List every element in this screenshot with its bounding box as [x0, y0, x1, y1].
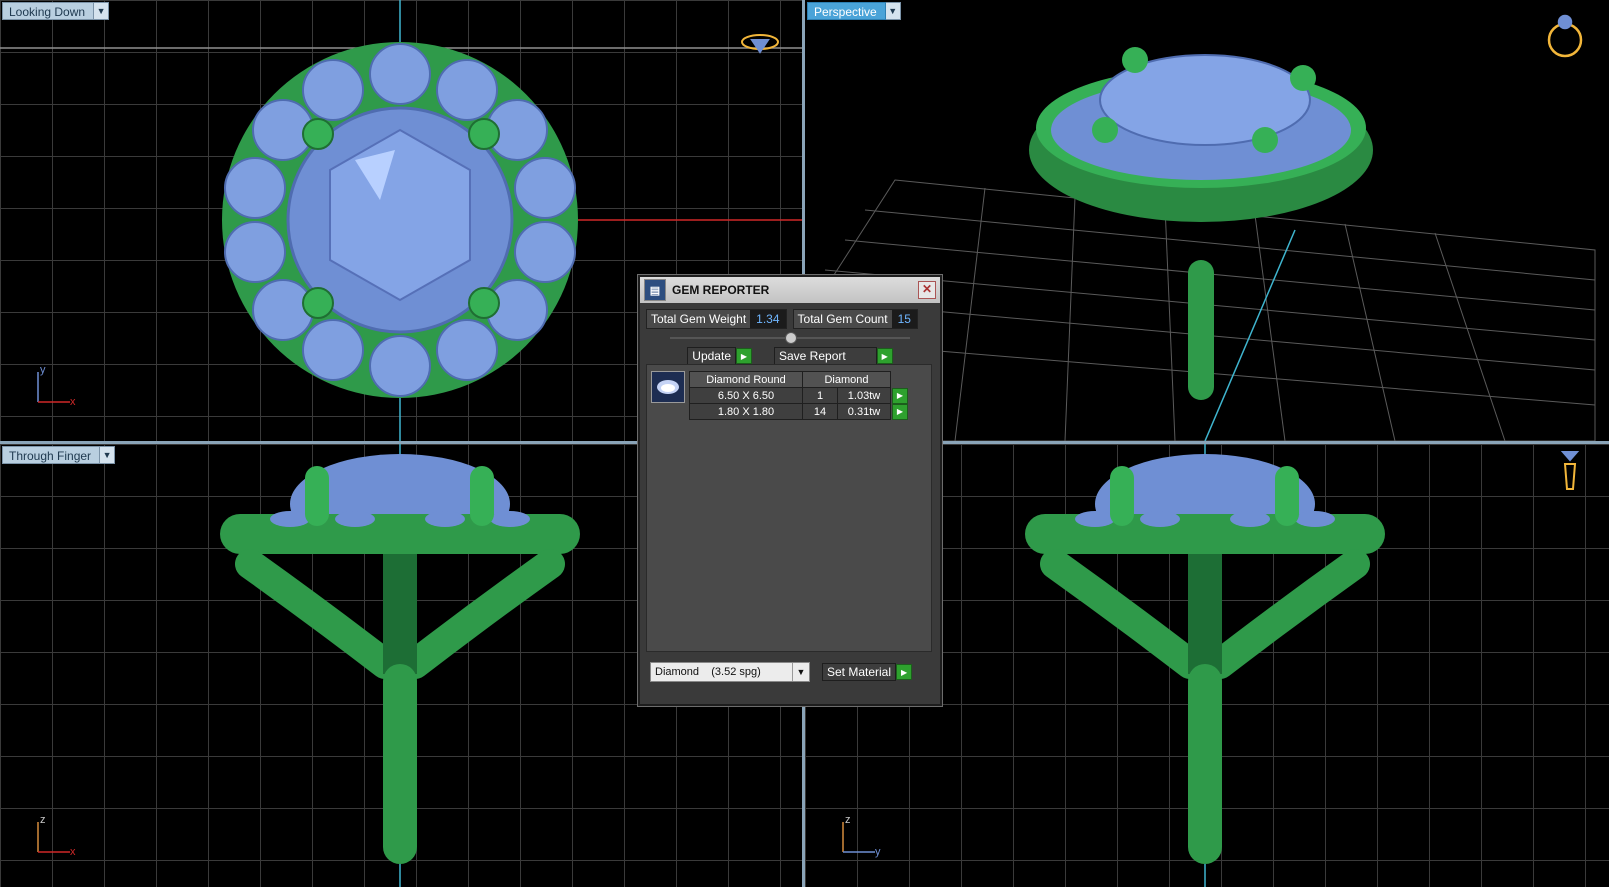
axis-label: y [40, 364, 46, 376]
save-report-button[interactable]: Save Report ▶ [774, 347, 893, 365]
material-row: Diamond (3.52 spg) ▼ Set Material ▶ [650, 662, 913, 682]
totals-row: Total Gem Weight 1.34 Total Gem Count 15 [640, 303, 940, 333]
chevron-down-icon[interactable]: ▼ [94, 2, 110, 20]
gem-reporter-dialog: ▤ GEM REPORTER ✕ Total Gem Weight 1.34 T… [638, 275, 942, 706]
gem-size: 6.50 X 6.50 [689, 387, 803, 404]
update-label: Update [687, 347, 736, 365]
gem-count: 1 [802, 387, 838, 404]
material-select-value: Diamond (3.52 spg) [655, 666, 761, 678]
play-icon[interactable]: ▶ [896, 664, 913, 680]
gem-weight: 1.03tw [837, 387, 891, 404]
column-header: Diamond Round [689, 371, 803, 388]
viewport-title: Looking Down [2, 2, 95, 20]
play-icon[interactable]: ▶ [876, 348, 893, 364]
total-weight-label: Total Gem Weight [651, 312, 747, 326]
dialog-titlebar[interactable]: ▤ GEM REPORTER ✕ [640, 277, 940, 303]
action-buttons: Update ▶ Save Report ▶ [640, 347, 940, 365]
splitter-handle[interactable] [785, 332, 797, 344]
play-icon[interactable]: ▶ [892, 387, 908, 404]
axis-label: z [845, 814, 851, 826]
viewport-label-perspective[interactable]: Perspective ▼ [807, 2, 901, 20]
panel-splitter[interactable] [670, 332, 910, 344]
table-header-row: Diamond Round Diamond [689, 371, 910, 388]
column-header: Diamond [802, 371, 891, 388]
axis-label: x [70, 846, 76, 858]
total-gem-count: Total Gem Count 15 [792, 309, 918, 329]
viewport-title: Through Finger [2, 446, 101, 464]
close-icon[interactable]: ✕ [918, 281, 936, 299]
axis-label: z [40, 814, 46, 826]
gem-table: Diamond Round Diamond 6.50 X 6.50 1 1.03… [689, 371, 910, 420]
total-count-value: 15 [891, 310, 917, 328]
viewport-label-through-finger[interactable]: Through Finger ▼ [2, 446, 116, 464]
viewport-label-looking-down[interactable]: Looking Down ▼ [2, 2, 110, 20]
material-select[interactable]: Diamond (3.52 spg) ▼ [650, 662, 810, 682]
table-row[interactable]: 6.50 X 6.50 1 1.03tw ▶ [689, 387, 910, 404]
dialog-title: GEM REPORTER [672, 283, 770, 297]
viewport-title: Perspective [807, 2, 886, 20]
set-material-label: Set Material [822, 663, 897, 681]
chevron-down-icon[interactable]: ▼ [792, 663, 809, 681]
gem-size: 1.80 X 1.80 [689, 403, 803, 420]
total-gem-weight: Total Gem Weight 1.34 [646, 309, 787, 329]
update-button[interactable]: Update ▶ [687, 347, 752, 365]
chevron-down-icon[interactable]: ▼ [885, 2, 901, 20]
gem-list-panel: Diamond Round Diamond 6.50 X 6.50 1 1.03… [646, 364, 932, 652]
table-row[interactable]: 1.80 X 1.80 14 0.31tw ▶ [689, 403, 910, 420]
play-icon[interactable]: ▶ [736, 348, 752, 364]
gem-reporter-icon: ▤ [644, 279, 666, 301]
set-material-button[interactable]: Set Material ▶ [822, 663, 913, 681]
gem-count: 14 [802, 403, 838, 420]
axis-label: y [875, 846, 881, 858]
total-weight-value: 1.34 [750, 310, 786, 328]
save-report-label: Save Report [774, 347, 877, 365]
total-count-label: Total Gem Count [797, 312, 888, 326]
play-icon[interactable]: ▶ [892, 403, 908, 420]
diamond-thumbnail-icon[interactable] [651, 371, 685, 403]
axis-label: x [70, 396, 76, 408]
gem-weight: 0.31tw [837, 403, 891, 420]
chevron-down-icon[interactable]: ▼ [100, 446, 116, 464]
